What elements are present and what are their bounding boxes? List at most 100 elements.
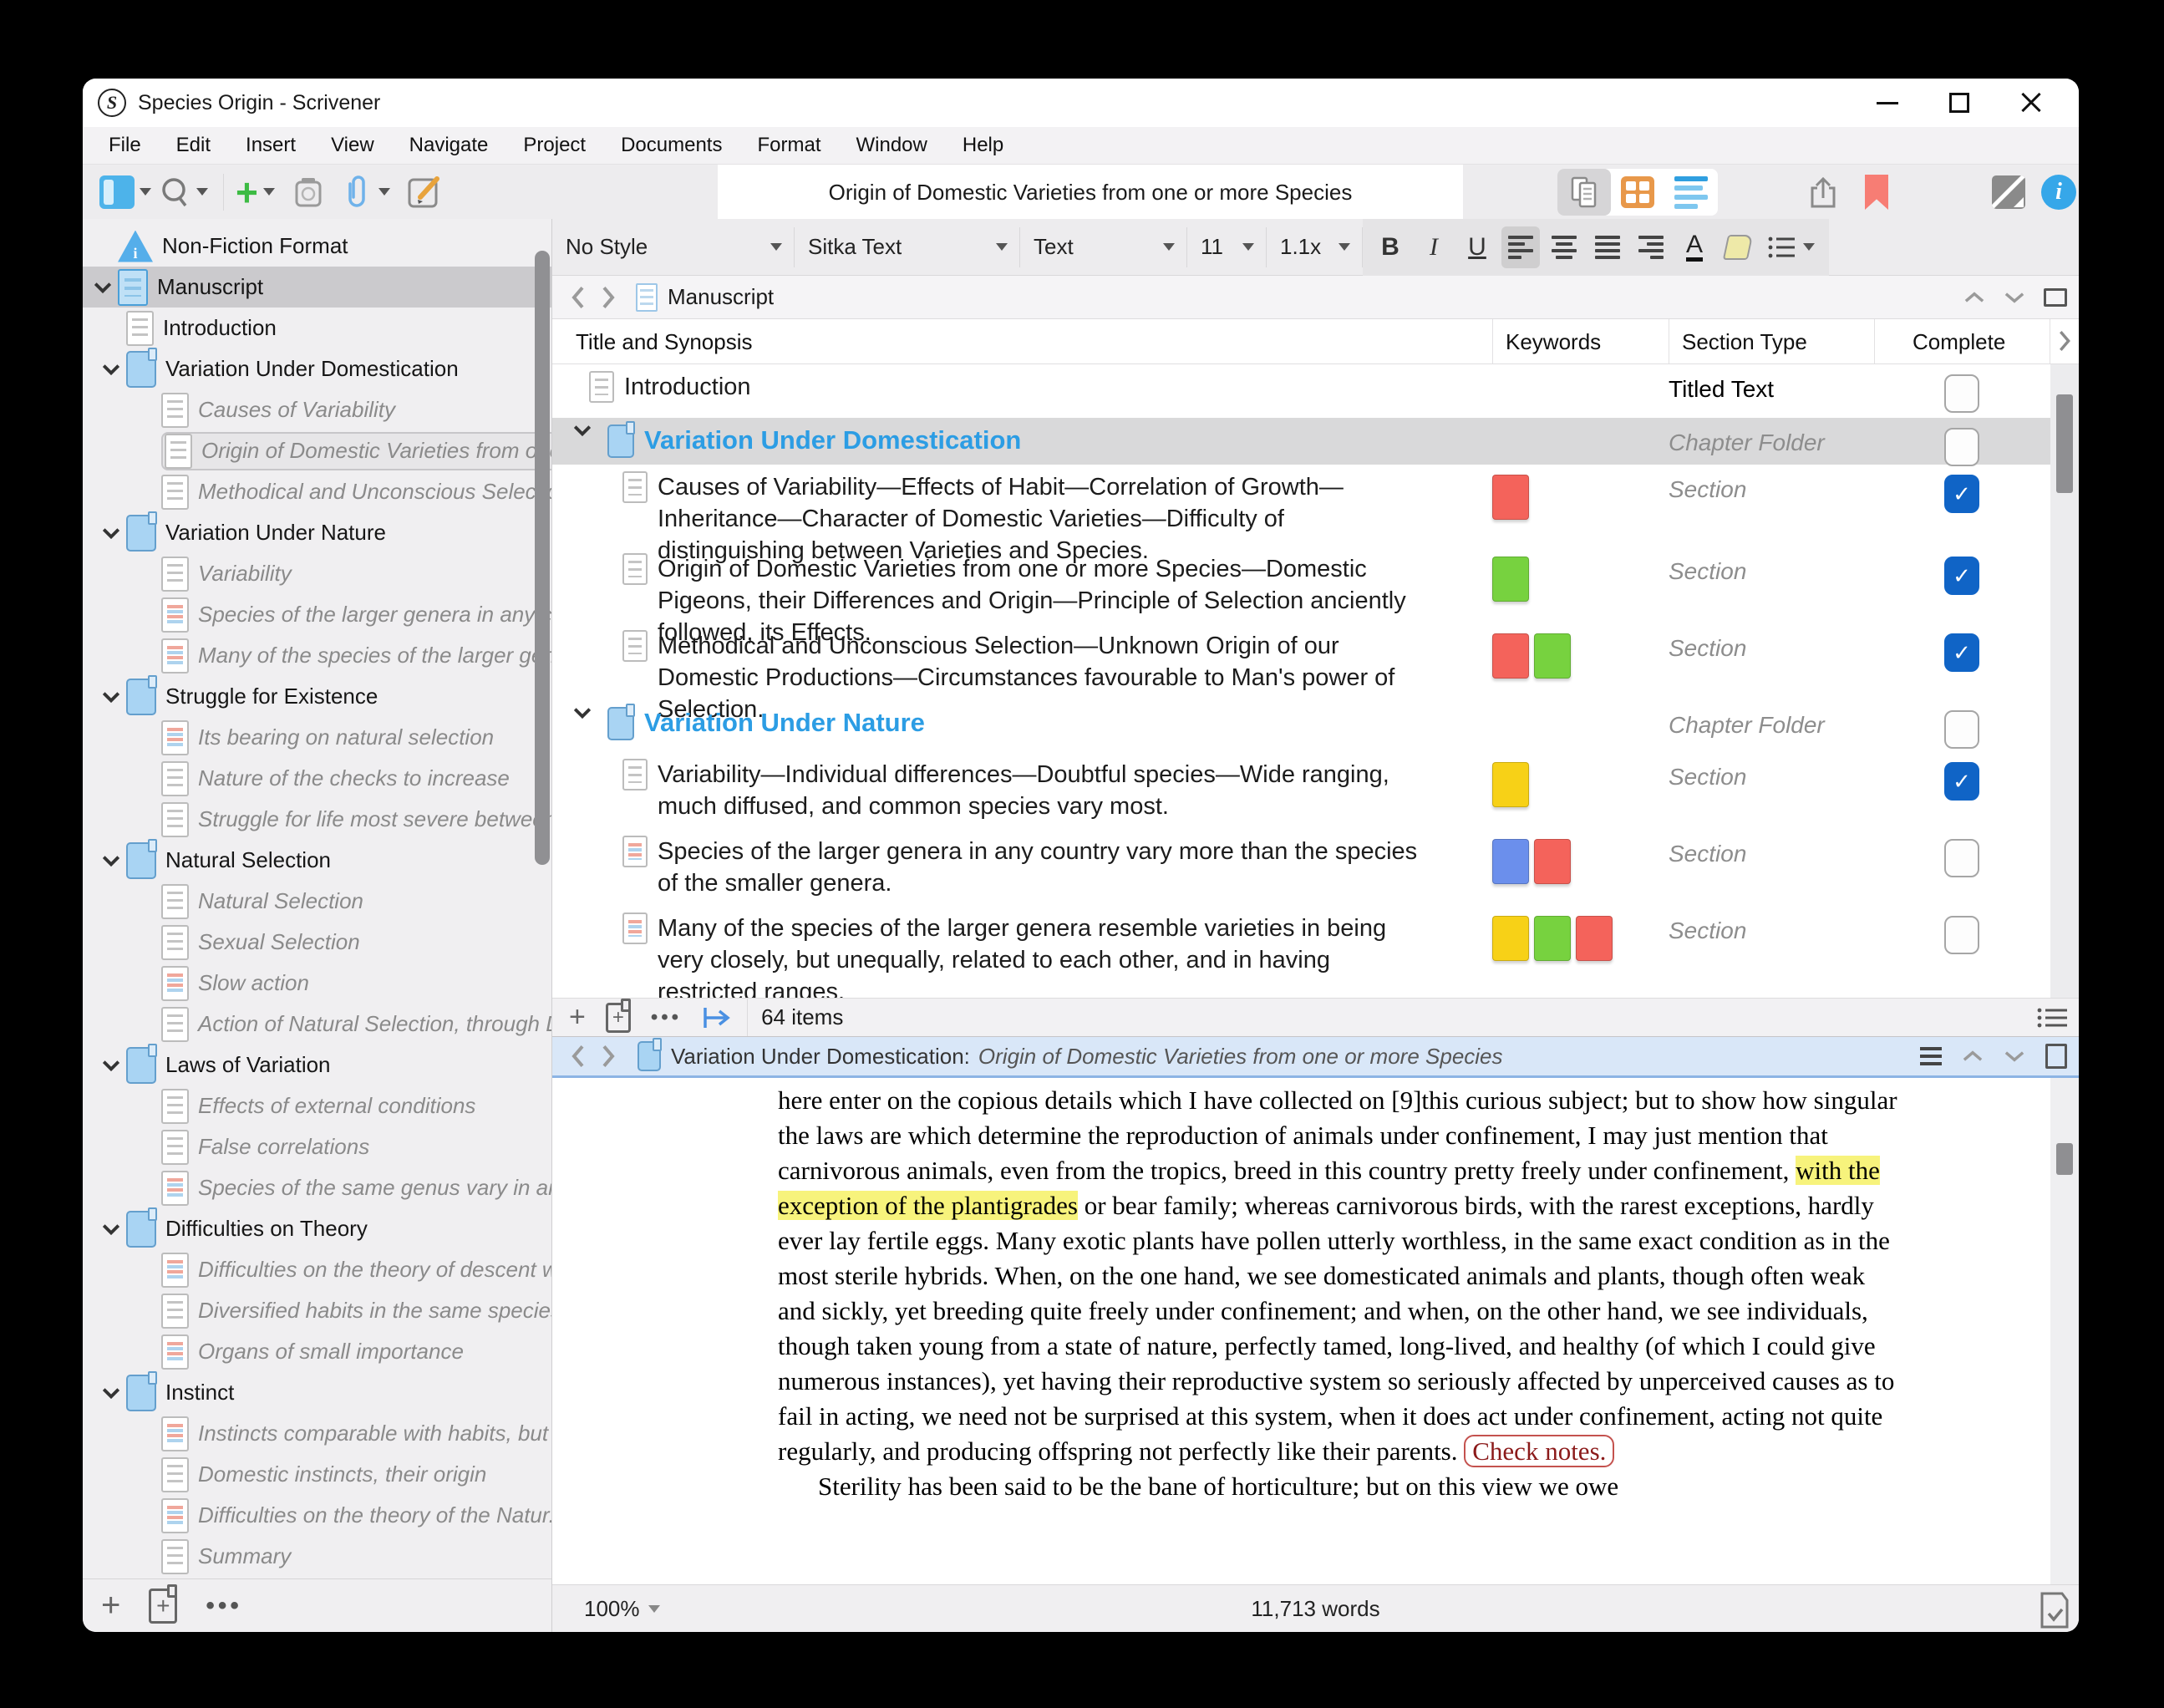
outliner-scrollbar-thumb[interactable]: [2056, 394, 2073, 493]
row-section-type[interactable]: Titled Text: [1669, 371, 1874, 403]
binder-item[interactable]: Origin of Domestic Varieties from one ..…: [83, 430, 551, 471]
editor-scrollbar-track[interactable]: [2050, 1078, 2079, 1584]
keyword-chip-red[interactable]: [1492, 475, 1529, 520]
paperclip-button[interactable]: [340, 174, 373, 211]
list-button[interactable]: [1762, 226, 1821, 268]
outliner-row[interactable]: Variation Under DomesticationChapter Fol…: [552, 418, 2079, 465]
keyword-chip-red[interactable]: [1492, 633, 1529, 679]
menu-edit[interactable]: Edit: [159, 134, 228, 157]
editor-forward-icon[interactable]: [599, 1044, 617, 1069]
editor-text[interactable]: here enter on the copious details which …: [778, 1083, 1902, 1504]
binder-item[interactable]: Its bearing on natural selection: [83, 717, 551, 758]
row-section-type[interactable]: Section: [1669, 759, 1874, 790]
row-section-type[interactable]: Chapter Folder: [1669, 424, 1874, 456]
close-button[interactable]: [1995, 79, 2067, 127]
binder-add-document-button[interactable]: +: [149, 1589, 177, 1624]
collapse-chevron-icon[interactable]: [96, 1223, 126, 1235]
outliner-more-button[interactable]: •••: [651, 1006, 682, 1029]
previous-document-icon[interactable]: [1963, 289, 1985, 306]
complete-checkbox[interactable]: ✓: [1944, 557, 1979, 595]
outliner-title[interactable]: Manuscript: [668, 284, 774, 310]
binder-item[interactable]: Diversified habits in the same species: [83, 1290, 551, 1331]
collapse-chevron-icon[interactable]: [567, 424, 597, 436]
font-variant-select[interactable]: Text: [1020, 227, 1187, 267]
style-select[interactable]: No Style: [552, 227, 795, 267]
keyword-chip-green[interactable]: [1534, 916, 1571, 961]
collapse-chevron-icon[interactable]: [96, 363, 126, 375]
search-caret-icon[interactable]: [196, 188, 208, 196]
complete-checkbox[interactable]: [1944, 710, 1979, 749]
align-justify-button[interactable]: [1588, 226, 1627, 268]
binder-item[interactable]: Causes of Variability: [83, 389, 551, 430]
binder-item[interactable]: Laws of Variation: [83, 1045, 551, 1085]
binder-item[interactable]: Manuscript: [83, 267, 551, 308]
menu-help[interactable]: Help: [945, 134, 1021, 157]
menu-project[interactable]: Project: [505, 134, 603, 157]
trash-button[interactable]: [290, 174, 327, 211]
binder-item[interactable]: Difficulties on the theory of the Natur.…: [83, 1495, 551, 1536]
binder-item[interactable]: Organs of small importance: [83, 1331, 551, 1372]
keyword-chip-yellow[interactable]: [1492, 762, 1529, 807]
split-view-icon[interactable]: [2044, 288, 2067, 307]
outliner-scrollbar-track[interactable]: [2050, 364, 2079, 998]
column-title-synopsis[interactable]: Title and Synopsis: [576, 329, 752, 355]
compose-button[interactable]: [405, 174, 444, 211]
collapse-chevron-icon[interactable]: [96, 1060, 126, 1071]
complete-checkbox[interactable]: ✓: [1944, 475, 1979, 513]
binder-item[interactable]: Variation Under Nature: [83, 512, 551, 553]
binder-item[interactable]: False correlations: [83, 1126, 551, 1167]
complete-checkbox[interactable]: [1944, 374, 1979, 413]
font-select[interactable]: Sitka Text: [795, 227, 1020, 267]
binder-toggle-caret-icon[interactable]: [140, 188, 151, 196]
binder-add-button[interactable]: +: [101, 1587, 120, 1624]
maximize-button[interactable]: [1923, 79, 1995, 127]
row-section-type[interactable]: Section: [1669, 912, 1874, 944]
column-keywords[interactable]: Keywords: [1506, 329, 1601, 355]
next-document-icon[interactable]: [2004, 289, 2025, 306]
keyword-chip-green[interactable]: [1492, 557, 1529, 602]
binder-item[interactable]: Natural Selection: [83, 881, 551, 922]
binder-item[interactable]: Variability: [83, 553, 551, 594]
complete-checkbox[interactable]: [1944, 839, 1979, 877]
bookmark-icon[interactable]: [1865, 175, 1888, 210]
collapse-chevron-icon[interactable]: [88, 282, 118, 293]
complete-checkbox[interactable]: [1944, 428, 1979, 466]
outliner-row[interactable]: Species of the larger genera in any coun…: [552, 829, 2079, 906]
keyword-chip-green[interactable]: [1534, 633, 1571, 679]
outliner-row[interactable]: Variation Under NatureChapter Folder: [552, 700, 2079, 752]
menu-navigate[interactable]: Navigate: [392, 134, 506, 157]
binder-item[interactable]: Variation Under Domestication: [83, 348, 551, 389]
row-section-type[interactable]: Section: [1669, 630, 1874, 662]
collapse-chevron-icon[interactable]: [96, 855, 126, 867]
binder-item[interactable]: Struggle for life most severe between i.…: [83, 799, 551, 840]
column-divider[interactable]: [1492, 319, 1493, 363]
add-item-caret-icon[interactable]: [263, 188, 275, 196]
binder-item[interactable]: Natural Selection: [83, 840, 551, 881]
outliner-row[interactable]: Methodical and Unconscious Selection—Unk…: [552, 623, 2079, 700]
binder-item[interactable]: Introduction: [83, 308, 551, 348]
keyword-chip-red[interactable]: [1534, 839, 1571, 884]
underline-button[interactable]: U: [1458, 226, 1496, 268]
outliner-view-options[interactable]: [2035, 1005, 2069, 1030]
collapse-chevron-icon[interactable]: [96, 527, 126, 539]
text-color-button[interactable]: A: [1675, 226, 1714, 268]
font-size-select[interactable]: 11: [1187, 227, 1267, 267]
share-button[interactable]: [1806, 175, 1844, 211]
complete-checkbox[interactable]: [1944, 916, 1979, 954]
column-divider[interactable]: [1874, 319, 1875, 363]
menu-view[interactable]: View: [313, 134, 392, 157]
menu-documents[interactable]: Documents: [603, 134, 739, 157]
column-complete[interactable]: Complete: [1913, 329, 2005, 355]
binder-toggle-button[interactable]: [99, 175, 135, 209]
minimize-button[interactable]: [1852, 79, 1923, 127]
collapse-chevron-icon[interactable]: [96, 1387, 126, 1399]
binder-item[interactable]: iNon-Fiction Format: [83, 226, 551, 267]
outliner-add-button[interactable]: +: [569, 1001, 586, 1034]
bold-button[interactable]: B: [1371, 226, 1410, 268]
binder-item[interactable]: Instinct: [83, 1372, 551, 1413]
binder-item[interactable]: Sexual Selection: [83, 922, 551, 963]
outliner-row[interactable]: IntroductionTitled Text: [552, 364, 2079, 418]
binder-item[interactable]: Domestic instincts, their origin: [83, 1454, 551, 1495]
align-center-button[interactable]: [1545, 226, 1583, 268]
menu-window[interactable]: Window: [839, 134, 945, 157]
